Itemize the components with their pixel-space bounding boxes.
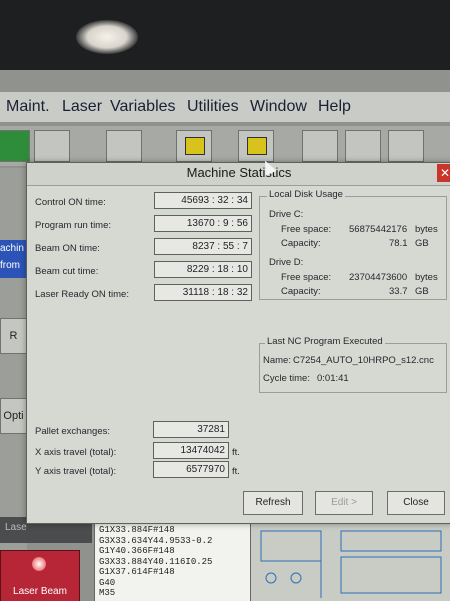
close-icon[interactable]: ✕ bbox=[437, 164, 450, 182]
code-line: G1X37.614F#148 bbox=[99, 567, 175, 577]
drive-c-cap-value: 78.1 bbox=[389, 238, 408, 249]
tool-icon-3[interactable] bbox=[388, 130, 424, 162]
left-info-panel: achin from bbox=[0, 240, 27, 278]
screen-glare bbox=[76, 20, 138, 54]
menu-window[interactable]: Window bbox=[250, 98, 307, 116]
close-button[interactable]: Close bbox=[387, 491, 445, 515]
left-button-opti[interactable]: Opti bbox=[0, 398, 27, 434]
local-disk-usage-title: Local Disk Usage bbox=[267, 189, 345, 200]
monitor-bezel bbox=[0, 0, 450, 70]
menu-utilities[interactable]: Utilities bbox=[187, 98, 239, 116]
nc-code-editor[interactable]: G1X33.884F#148 G3X33.634Y44.9533-0.2 G1Y… bbox=[94, 522, 260, 601]
toolbar bbox=[0, 126, 450, 166]
tool-icon-2[interactable] bbox=[345, 130, 381, 162]
menu-bar: Maint. Laser Variables Utilities Window … bbox=[0, 92, 450, 122]
drive-d-cap-unit: GB bbox=[415, 286, 429, 297]
last-nc-program-group bbox=[259, 343, 447, 393]
cycle-time-label: Cycle time: bbox=[263, 373, 310, 384]
part-schematic-view[interactable] bbox=[250, 522, 450, 601]
beam-cut-label: Beam cut time: bbox=[35, 266, 99, 277]
y-axis-travel-field: 6577970 bbox=[153, 461, 229, 478]
nc-name-value: C7254_AUTO_10HRPO_s12.cnc bbox=[293, 355, 434, 366]
drive-d-free-label: Free space: bbox=[281, 272, 332, 283]
refresh-button[interactable]: Refresh bbox=[243, 491, 303, 515]
program-run-label: Program run time: bbox=[35, 220, 112, 231]
left-button-r[interactable]: R bbox=[0, 318, 27, 354]
x-axis-travel-unit: ft. bbox=[232, 447, 240, 458]
beam-on-field: 8237 : 55 : 7 bbox=[154, 238, 252, 255]
x-axis-travel-label: X axis travel (total): bbox=[35, 447, 117, 458]
schematic-drawing bbox=[260, 530, 442, 598]
dialog-titlebar[interactable]: Machine Statistics ✕ bbox=[27, 163, 450, 186]
x-axis-travel-field: 13474042 bbox=[153, 442, 229, 459]
menu-maint[interactable]: Maint. bbox=[6, 98, 50, 116]
drive-c-cap-label: Capacity: bbox=[281, 238, 321, 249]
drive-c-cap-unit: GB bbox=[415, 238, 429, 249]
edit-button[interactable]: Edit > bbox=[315, 491, 373, 515]
laser-beam-button[interactable]: Laser Beam bbox=[0, 550, 80, 601]
drive-c-label: Drive C: bbox=[269, 209, 304, 220]
left-info-text-2: from bbox=[0, 260, 20, 271]
drive-d-cap-label: Capacity: bbox=[281, 286, 321, 297]
pallet-exchanges-field: 37281 bbox=[153, 421, 229, 438]
laser-ready-label: Laser Ready ON time: bbox=[35, 289, 129, 300]
control-on-field: 45693 : 32 : 34 bbox=[154, 192, 252, 209]
last-nc-program-title: Last NC Program Executed bbox=[265, 336, 385, 347]
left-info-text-1: achin bbox=[0, 243, 24, 254]
drive-d-label: Drive D: bbox=[269, 257, 304, 268]
tool-icon-1[interactable] bbox=[302, 130, 338, 162]
code-line: M35 bbox=[99, 588, 116, 598]
drive-d-free-value: 23704473600 bbox=[349, 272, 408, 283]
menu-variables[interactable]: Variables bbox=[110, 98, 176, 116]
beam-cut-field: 8229 : 18 : 10 bbox=[154, 261, 252, 278]
nc-name-label: Name: bbox=[263, 355, 291, 366]
drive-d-free-unit: bytes bbox=[415, 272, 438, 283]
laser-beam-label: Laser Beam bbox=[13, 586, 67, 597]
dialog-title: Machine Statistics bbox=[186, 165, 292, 180]
pallet-exchanges-label: Pallet exchanges: bbox=[35, 426, 110, 437]
control-on-label: Control ON time: bbox=[35, 197, 106, 208]
machine-statistics-dialog: Machine Statistics ✕ Control ON time: 45… bbox=[26, 162, 450, 524]
drive-c-free-unit: bytes bbox=[415, 224, 438, 235]
code-line: G3X33.884Y40.116I0.25 bbox=[99, 556, 213, 567]
code-line: G3X33.634Y44.9533-0.2 bbox=[99, 535, 213, 546]
green-tool-icon[interactable] bbox=[0, 130, 30, 162]
drive-c-free-value: 56875442176 bbox=[349, 224, 408, 235]
code-line: G1Y40.366F#148 bbox=[99, 546, 175, 556]
screen: Maint. Laser Variables Utilities Window … bbox=[0, 70, 450, 601]
save-disk-icon[interactable] bbox=[34, 130, 70, 162]
drive-d-cap-value: 33.7 bbox=[389, 286, 408, 297]
y-axis-travel-label: Y axis travel (total): bbox=[35, 466, 117, 477]
beam-on-label: Beam ON time: bbox=[35, 243, 100, 254]
folder-icon[interactable] bbox=[106, 130, 142, 162]
program-run-field: 13670 : 9 : 56 bbox=[154, 215, 252, 232]
code-line: G40 bbox=[99, 577, 116, 588]
code-line: G1X33.884F#148 bbox=[99, 525, 175, 535]
menu-laser[interactable]: Laser bbox=[62, 98, 102, 116]
machine-status-icon[interactable] bbox=[176, 130, 212, 162]
machine-monitor-icon[interactable] bbox=[238, 130, 274, 162]
laser-ready-field: 31118 : 18 : 32 bbox=[154, 284, 252, 301]
laser-indicator-icon bbox=[32, 557, 46, 571]
drive-c-free-label: Free space: bbox=[281, 224, 332, 235]
cycle-time-value: 0:01:41 bbox=[317, 373, 349, 384]
y-axis-travel-unit: ft. bbox=[232, 466, 240, 477]
menu-help[interactable]: Help bbox=[318, 98, 351, 116]
